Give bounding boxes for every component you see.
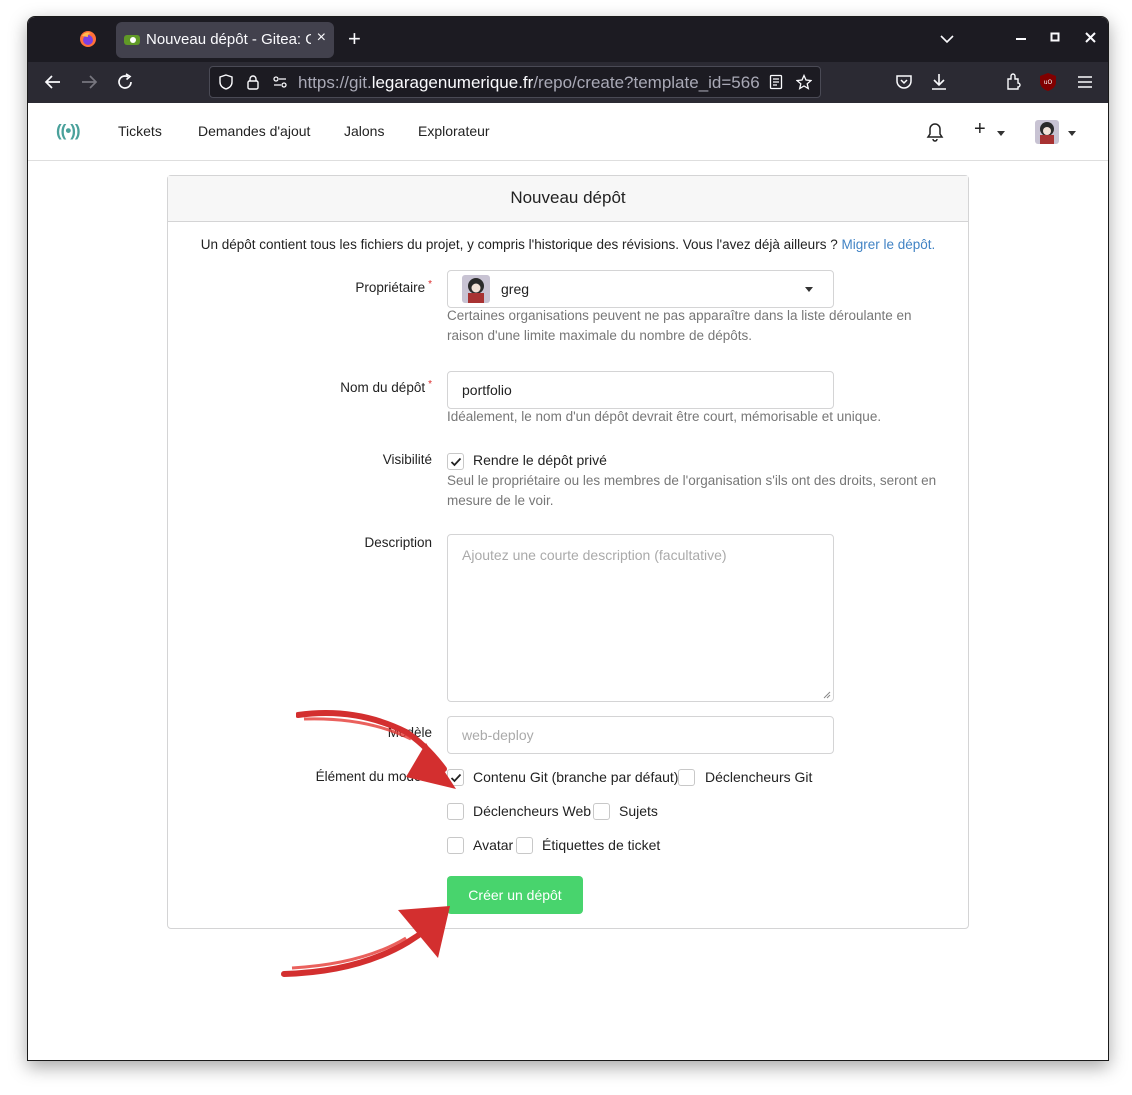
gitea-logo[interactable]: ((•)) (56, 121, 81, 141)
form-intro: Un dépôt contient tous les fichiers du p… (168, 237, 968, 252)
svg-text:uO: uO (1044, 79, 1053, 86)
checkbox-git-hooks[interactable] (678, 769, 695, 786)
repo-name-help: Idéalement, le nom d'un dépôt devrait êt… (447, 409, 882, 424)
label-avatar[interactable]: Avatar (473, 837, 513, 853)
back-icon[interactable] (42, 71, 64, 93)
visibility-help: Seul le propriétaire ou les membres de l… (447, 473, 937, 508)
description-placeholder: Ajoutez une courte description (facultat… (462, 547, 727, 563)
annotation-arrow-bottom-icon (281, 906, 450, 977)
checkbox-issue-labels[interactable] (516, 837, 533, 854)
migrate-link[interactable]: Migrer le dépôt. (841, 237, 935, 252)
maximize-icon[interactable] (1050, 32, 1062, 44)
nav-explore[interactable]: Explorateur (418, 123, 490, 139)
permissions-icon[interactable] (272, 74, 288, 90)
description-textarea[interactable]: Ajoutez une courte description (facultat… (447, 534, 834, 702)
required-mark: * (428, 279, 432, 290)
reader-view-icon[interactable] (768, 74, 784, 90)
description-label: Description (364, 535, 432, 550)
create-menu-caret-icon[interactable] (997, 131, 1005, 136)
user-avatar[interactable] (1035, 120, 1059, 144)
create-menu-button[interactable]: + (974, 118, 986, 141)
create-repo-button[interactable]: Créer un dépôt (447, 876, 583, 914)
shield-icon[interactable] (218, 74, 234, 90)
notifications-bell-icon[interactable] (926, 122, 944, 142)
new-tab-button[interactable]: + (348, 27, 361, 51)
tab-active[interactable]: Nouveau dépôt - Gitea: Git with a cup of… (116, 22, 334, 58)
minimize-icon[interactable] (1016, 37, 1028, 41)
nav-bar: https://git.legaragenumerique.fr/repo/cr… (28, 62, 1108, 138)
owner-avatar (462, 275, 490, 303)
repo-name-input[interactable]: portfolio (447, 371, 834, 409)
url-text[interactable]: https://git.legaragenumerique.fr/repo/cr… (298, 73, 760, 93)
nav-tickets[interactable]: Tickets (118, 123, 162, 139)
new-repo-form: Nouveau dépôt Un dépôt contient tous les… (167, 175, 969, 929)
browser-window: Nouveau dépôt - Gitea: Git with a cup of… (27, 16, 1109, 1061)
firefox-icon[interactable] (79, 30, 97, 48)
checkbox-webhooks[interactable] (447, 803, 464, 820)
gitea-favicon-icon (124, 35, 140, 45)
template-input[interactable]: web-deploy (447, 716, 834, 754)
forward-icon[interactable] (78, 71, 100, 93)
dropdown-caret-icon (805, 287, 813, 292)
intro-text: Un dépôt contient tous les fichiers du p… (200, 237, 838, 252)
repo-name-label-text: Nom du dépôt (340, 380, 426, 395)
owner-label: Propriétaire * (355, 279, 432, 295)
download-icon[interactable] (928, 71, 950, 93)
label-git-hooks[interactable]: Déclencheurs Git (705, 769, 812, 785)
user-menu-caret-icon[interactable] (1068, 131, 1076, 136)
annotation-arrow-top-icon (296, 710, 456, 789)
template-placeholder: web-deploy (462, 727, 534, 743)
required-mark: * (428, 379, 432, 390)
owner-value: greg (501, 281, 530, 297)
label-issue-labels[interactable]: Étiquettes de ticket (542, 837, 660, 853)
owner-label-text: Propriétaire (355, 280, 426, 295)
bookmark-star-icon[interactable] (796, 74, 812, 90)
lock-icon[interactable] (245, 74, 261, 90)
url-host: legaragenumerique.fr (371, 73, 534, 92)
checkmark-icon (450, 457, 462, 467)
url-bar[interactable]: https://git.legaragenumerique.fr/repo/cr… (209, 66, 821, 98)
owner-help: Certaines organisations peuvent ne pas a… (447, 308, 912, 343)
owner-dropdown[interactable]: greg (447, 270, 834, 308)
repo-name-label: Nom du dépôt * (340, 379, 432, 395)
nav-milestones[interactable]: Jalons (344, 123, 384, 139)
nav-pull-requests[interactable]: Demandes d'ajout (198, 123, 310, 139)
tab-bar: Nouveau dépôt - Gitea: Git with a cup of… (28, 17, 1108, 62)
close-window-icon[interactable] (1085, 32, 1097, 44)
checkbox-avatar[interactable] (447, 837, 464, 854)
reload-icon[interactable] (114, 71, 136, 93)
private-checkbox-label[interactable]: Rendre le dépôt privé (473, 452, 607, 468)
checkbox-topics[interactable] (593, 803, 610, 820)
label-topics[interactable]: Sujets (619, 803, 658, 819)
label-webhooks[interactable]: Déclencheurs Web (473, 803, 591, 819)
label-git-content[interactable]: Contenu Git (branche par défaut) (473, 769, 678, 785)
url-prefix: https://git. (298, 73, 372, 92)
tab-close-icon[interactable]: × (317, 29, 326, 47)
tab-list-chevron-icon[interactable] (940, 34, 954, 44)
private-checkbox[interactable] (447, 453, 464, 470)
visibility-label: Visibilité (382, 452, 432, 467)
extensions-icon[interactable] (1002, 71, 1024, 93)
menu-icon[interactable] (1074, 71, 1096, 93)
url-path: /repo/create?template_id=566 (533, 73, 760, 92)
tab-title: Nouveau dépôt - Gitea: Git with a cup of… (146, 31, 311, 48)
repo-name-value: portfolio (462, 382, 512, 398)
ublock-icon[interactable]: uO (1037, 71, 1059, 93)
site-header: ((•)) Tickets Demandes d'ajout Jalons Ex… (28, 103, 1108, 161)
pocket-icon[interactable] (893, 71, 915, 93)
resize-grip-icon[interactable] (823, 691, 831, 699)
form-title: Nouveau dépôt (168, 176, 968, 222)
